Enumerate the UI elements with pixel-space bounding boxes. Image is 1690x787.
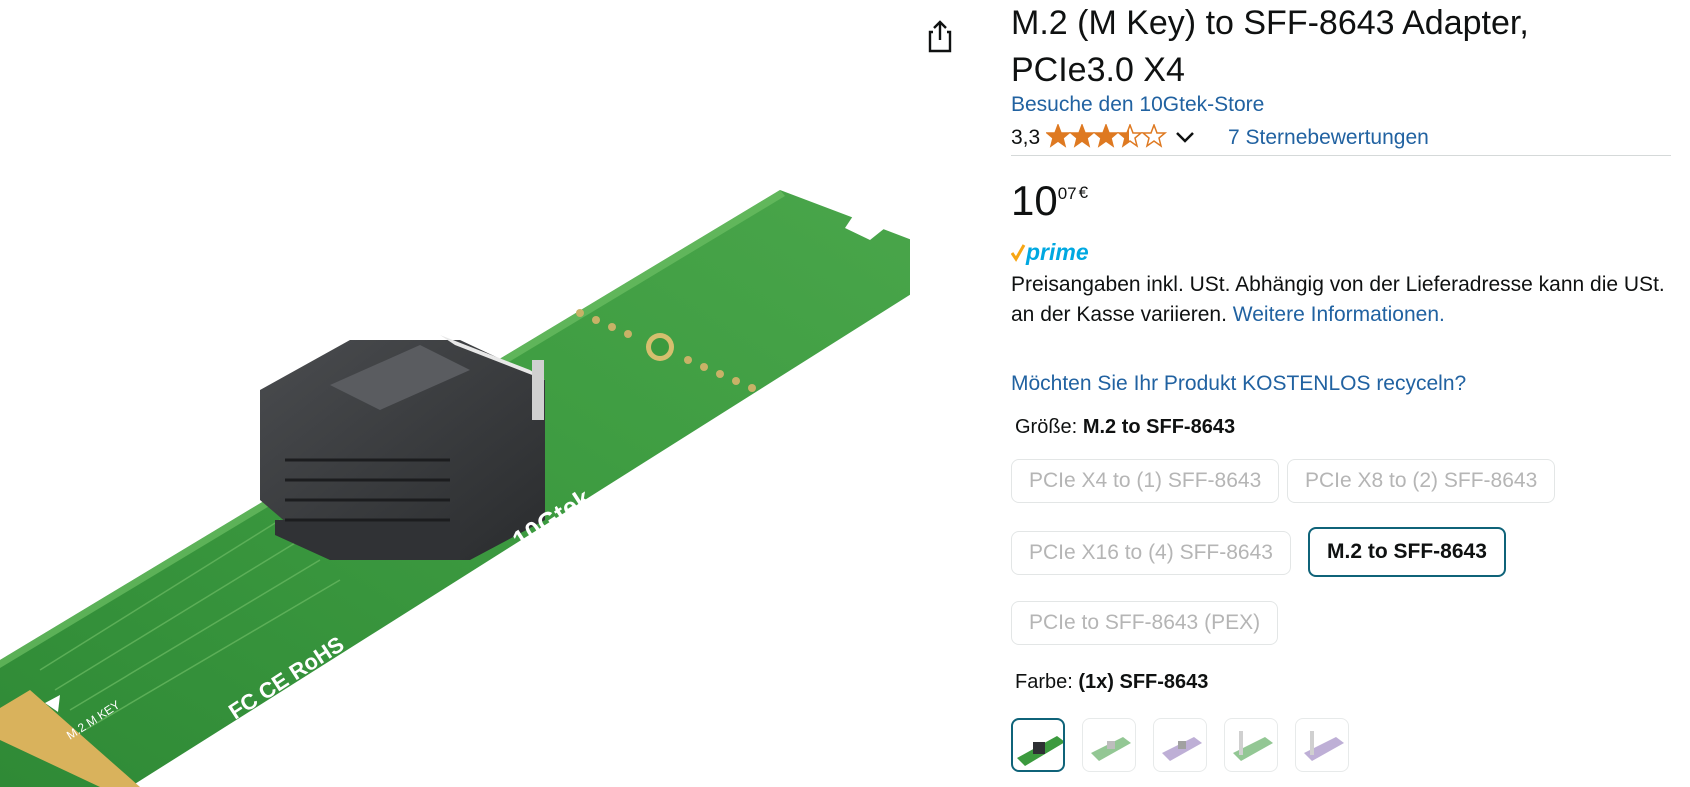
size-label-text: Größe:	[1015, 416, 1078, 438]
swatch-card-thumbnail	[1091, 737, 1131, 761]
size-option-pcie-x4[interactable]: PCIe X4 to (1) SFF-8643	[1011, 459, 1280, 503]
share-button[interactable]	[924, 18, 956, 54]
price-currency: €	[1078, 183, 1089, 202]
size-label: Größe: M.2 to SFF-8643	[1015, 416, 1235, 439]
price: 1007 €	[1011, 176, 1088, 226]
size-option-pcie-pex[interactable]: PCIe to SFF-8643 (PEX)	[1011, 601, 1279, 645]
color-swatch-m2-selected[interactable]	[1011, 718, 1065, 772]
swatch-card-thumbnail	[1233, 731, 1273, 761]
color-label: Farbe: (1x) SFF-8643	[1015, 671, 1208, 694]
star-rating-icon[interactable]	[1046, 124, 1168, 150]
price-whole: 10	[1011, 177, 1058, 224]
color-swatch-3[interactable]	[1153, 718, 1207, 772]
swatch-card-thumbnail	[1162, 737, 1202, 761]
price-fraction: 07	[1057, 184, 1077, 203]
color-swatch-5[interactable]	[1295, 718, 1349, 772]
rating-row: 3,3 7 Sternebewertungen	[1011, 122, 1671, 156]
swatch-m2-thumbnail	[1017, 736, 1063, 766]
product-details: M.2 (M Key) to SFF-8643 Adapter, PCIe3.0…	[1011, 0, 1681, 772]
rating-value: 3,3	[1011, 126, 1041, 149]
chevron-down-icon[interactable]	[1174, 128, 1196, 146]
sff8643-connector	[260, 335, 545, 560]
more-info-link[interactable]: Weitere Informationen.	[1233, 303, 1445, 326]
color-label-text: Farbe:	[1015, 671, 1073, 693]
ratings-count-link[interactable]: 7 Sternebewertungen	[1228, 126, 1429, 150]
product-title: M.2 (M Key) to SFF-8643 Adapter, PCIe3.0…	[1011, 4, 1529, 89]
color-selected-value: (1x) SFF-8643	[1078, 671, 1209, 693]
recycle-link[interactable]: Möchten Sie Ihr Produkt KOSTENLOS recyce…	[1011, 372, 1466, 396]
swatch-card-thumbnail	[1304, 731, 1344, 761]
size-option-m2-selected[interactable]: M.2 to SFF-8643	[1308, 527, 1506, 577]
share-icon	[928, 20, 952, 53]
size-selected-value: M.2 to SFF-8643	[1082, 416, 1236, 438]
tax-info: Preisangaben inkl. USt. Abhängig von der…	[1011, 270, 1681, 330]
color-swatch-4[interactable]	[1224, 718, 1278, 772]
store-link[interactable]: Besuche den 10Gtek-Store	[1011, 93, 1264, 117]
size-option-pcie-x8[interactable]: PCIe X8 to (2) SFF-8643	[1287, 459, 1556, 503]
size-option-pcie-x16[interactable]: PCIe X16 to (4) SFF-8643	[1011, 531, 1291, 575]
product-image-adapter-board: 10Gtek FC CE RoHS M.2 M KEY	[0, 190, 910, 787]
color-swatch-2[interactable]	[1082, 718, 1136, 772]
product-main-image[interactable]: 10Gtek FC CE RoHS M.2 M KEY	[0, 0, 910, 787]
prime-label: prime	[1025, 240, 1089, 265]
prime-logo: prime	[1011, 240, 1089, 265]
